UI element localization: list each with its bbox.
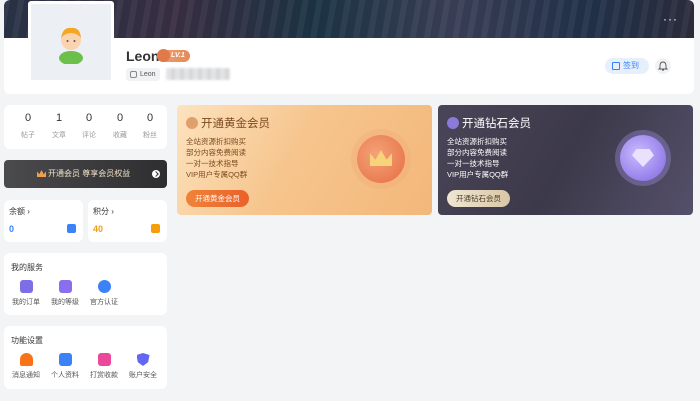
shield-icon — [136, 353, 150, 366]
diamond-icon — [447, 117, 459, 129]
diamond-feature: 部分内容免费阅读 — [447, 148, 507, 157]
verified-icon — [97, 280, 111, 293]
vip-promo-label: 开通会员 尊享会员权益 — [48, 169, 131, 178]
my-level-button[interactable]: 我的等级 — [47, 280, 83, 307]
stat-label: 评论 — [82, 132, 96, 139]
level-icon — [58, 280, 72, 293]
stat-label: 文章 — [52, 132, 66, 139]
stat-comments[interactable]: 0 评论 — [74, 112, 104, 140]
settings-panel: 功能设置 消息通知 个人资料 打赏收款 账户安全 — [4, 326, 167, 389]
balance-title: 余额 › — [9, 207, 30, 216]
setting-label: 个人资料 — [51, 372, 79, 379]
order-icon — [19, 280, 33, 293]
diamond-feature: 全站资源折扣购买 — [447, 137, 507, 146]
stat-posts[interactable]: 0 帖子 — [13, 112, 43, 140]
vip-promo-bar[interactable]: 开通会员 尊享会员权益 — [4, 160, 167, 188]
setting-label: 账户安全 — [129, 372, 157, 379]
services-panel: 我的服务 我的订单 我的等级 官方认证 — [4, 253, 167, 315]
user-tag-label: Leon — [140, 71, 156, 78]
service-label: 官方认证 — [90, 299, 118, 306]
points-title: 积分 › — [93, 207, 114, 216]
open-gold-vip-button[interactable]: 开通黄金会员 — [186, 190, 249, 207]
gold-vip-title: 开通黄金会员 — [201, 118, 270, 130]
diamond-medal-icon — [620, 135, 666, 181]
blurred-user-id — [166, 68, 230, 80]
calendar-icon — [612, 62, 620, 70]
bell-icon — [657, 61, 669, 71]
chevron-right-icon — [152, 170, 160, 178]
stat-value: 0 — [116, 112, 124, 124]
stat-followers[interactable]: 0 粉丝 — [135, 112, 165, 140]
checkin-button[interactable]: 签到 — [605, 58, 649, 74]
my-orders-button[interactable]: 我的订单 — [8, 280, 44, 307]
settings-title: 功能设置 — [11, 336, 43, 345]
crown-icon — [186, 117, 198, 129]
diamond-vip-title: 开通钻石会员 — [462, 118, 531, 130]
checkin-label: 签到 — [623, 61, 639, 70]
stat-value: 0 — [146, 112, 154, 124]
official-verify-button[interactable]: 官方认证 — [86, 280, 122, 307]
avatar-illustration-icon — [59, 27, 83, 64]
wallet-icon — [67, 224, 76, 233]
profile-settings-button[interactable]: 个人资料 — [47, 353, 83, 380]
points-card[interactable]: 积分 › 40 — [88, 200, 167, 242]
service-label: 我的等级 — [51, 299, 79, 306]
profile-card: ··· Leon LV.1 Leon 签到 — [4, 0, 694, 94]
stat-label: 帖子 — [21, 132, 35, 139]
user-icon — [130, 71, 137, 78]
tip-payment-button[interactable]: 打赏收款 — [86, 353, 122, 380]
service-label: 我的订单 — [12, 299, 40, 306]
notifications-button[interactable]: 消息通知 — [8, 353, 44, 380]
user-tag: Leon — [126, 68, 160, 81]
stat-favorites[interactable]: 0 收藏 — [105, 112, 135, 140]
stat-value: 0 — [24, 112, 32, 124]
diamond-vip-card: 开通钻石会员 全站资源折扣购买 部分内容免费阅读 一对一技术指导 VIP用户专属… — [438, 105, 693, 215]
notification-button[interactable] — [655, 58, 671, 74]
gold-crown-medal-icon — [357, 135, 405, 183]
diamond-feature: VIP用户专属QQ群 — [447, 170, 509, 179]
diamond-feature: 一对一技术指导 — [447, 159, 500, 168]
gold-feature: 部分内容免费阅读 — [186, 148, 246, 157]
account-security-button[interactable]: 账户安全 — [125, 353, 161, 380]
gold-feature: 一对一技术指导 — [186, 159, 239, 168]
stat-label: 收藏 — [113, 132, 127, 139]
stats-card: 0 帖子 1 文章 0 评论 0 收藏 0 粉丝 — [4, 105, 167, 149]
balance-value: 0 — [9, 224, 15, 234]
stat-articles[interactable]: 1 文章 — [44, 112, 74, 140]
user-card-icon — [58, 353, 72, 366]
stat-label: 粉丝 — [143, 132, 157, 139]
services-title: 我的服务 — [11, 263, 43, 272]
gold-feature: VIP用户专属QQ群 — [186, 170, 248, 179]
gift-icon — [97, 353, 111, 366]
bell-icon — [19, 353, 33, 366]
points-value: 40 — [93, 224, 104, 234]
setting-label: 消息通知 — [12, 372, 40, 379]
more-menu-button[interactable]: ··· — [663, 12, 678, 26]
user-name: Leon — [126, 48, 160, 64]
setting-label: 打赏收款 — [90, 372, 118, 379]
avatar[interactable] — [28, 1, 114, 83]
stat-value: 1 — [55, 112, 63, 124]
level-badge: LV.1 — [157, 49, 190, 62]
open-diamond-vip-button[interactable]: 开通钻石会员 — [447, 190, 510, 207]
balance-card[interactable]: 余额 › 0 — [4, 200, 83, 242]
gold-vip-card: 开通黄金会员 全站资源折扣购买 部分内容免费阅读 一对一技术指导 VIP用户专属… — [177, 105, 432, 215]
coin-icon — [151, 224, 160, 233]
gold-feature: 全站资源折扣购买 — [186, 137, 246, 146]
stat-value: 0 — [85, 112, 93, 124]
crown-icon — [37, 170, 46, 177]
